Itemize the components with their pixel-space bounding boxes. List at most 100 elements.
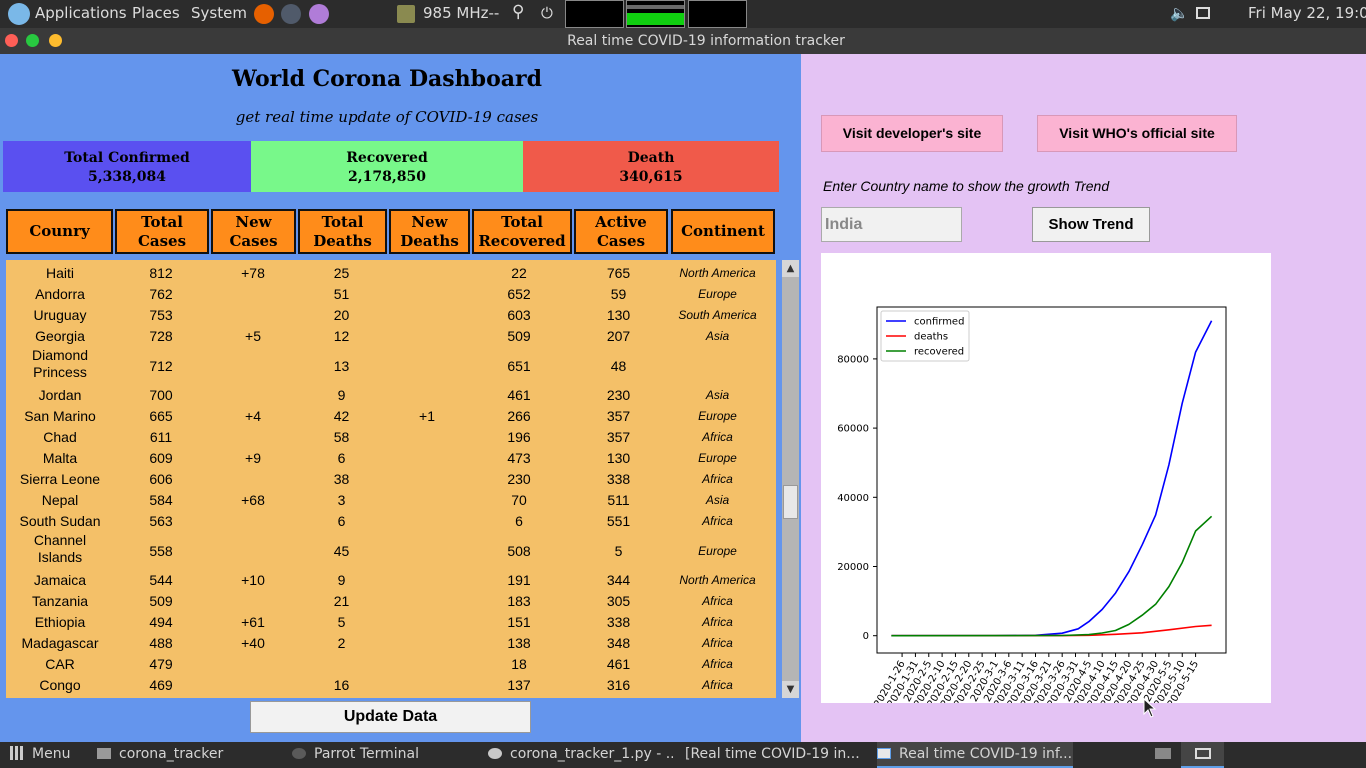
cell-total-cases: 812 <box>149 265 173 281</box>
places-menu[interactable]: Places <box>132 4 180 22</box>
search-icon[interactable]: ⚲ <box>512 2 524 22</box>
window-icon <box>877 748 891 759</box>
text-editor-icon[interactable] <box>309 4 329 24</box>
scroll-up-arrow-icon[interactable]: ▲ <box>782 260 799 277</box>
column-header-continent: Continent <box>671 209 775 254</box>
cell-country: Andorra <box>6 284 114 305</box>
cell-country: Diamond Princess <box>6 347 114 381</box>
cell-total-recovered: 651 <box>507 358 531 374</box>
network-monitor-graph <box>688 0 747 28</box>
cell-new-cases: +4 <box>245 408 261 424</box>
cell-total-recovered: 461 <box>507 387 531 403</box>
show-desktop-button[interactable] <box>1181 742 1224 768</box>
cpu-frequency: 985 MHz-- <box>423 4 500 22</box>
volume-icon[interactable]: 🔈 <box>1170 4 1189 22</box>
country-name-line: Congo <box>39 677 81 693</box>
task-label: Real time COVID-19 inf... <box>899 746 1073 762</box>
task-label: [Real time COVID-19 in... <box>685 746 860 762</box>
column-header-line: Total <box>141 212 183 231</box>
menu-button[interactable]: Menu <box>10 742 90 768</box>
visit-who-site-button[interactable]: Visit WHO's official site <box>1037 115 1237 152</box>
display-icon[interactable] <box>1196 7 1210 19</box>
cell-country: Ethiopia <box>6 612 114 633</box>
cell-continent: Africa <box>702 615 733 629</box>
cell-total-recovered: 509 <box>507 328 531 344</box>
cell-total-cases: 762 <box>149 286 173 302</box>
workspace-switcher-icon[interactable] <box>1155 742 1177 768</box>
cell-continent: Africa <box>702 636 733 650</box>
cell-total-cases: 584 <box>149 492 173 508</box>
cell-continent: Africa <box>702 472 733 486</box>
country-name-line: Chad <box>43 429 77 445</box>
cell-total-recovered: 652 <box>507 286 531 302</box>
scroll-down-arrow-icon[interactable]: ▼ <box>782 681 799 698</box>
task-parrot-terminal[interactable]: Parrot Terminal <box>292 742 477 768</box>
menu-label: Menu <box>32 746 71 762</box>
column-header-total-cases: Total Cases <box>115 209 209 254</box>
cell-total-deaths: 25 <box>333 265 350 281</box>
cell-continent: South America <box>678 308 757 322</box>
recovered-box: Recovered 2,178,850 <box>251 141 523 192</box>
cell-active-cases: 48 <box>610 358 627 374</box>
cell-total-recovered: 191 <box>507 572 531 588</box>
task-corona-tracker-editor[interactable]: corona_tracker_1.py - ... <box>488 742 673 768</box>
update-data-button[interactable]: Update Data <box>250 701 531 733</box>
cell-total-cases: 753 <box>149 307 173 323</box>
cell-total-deaths: 45 <box>333 543 350 559</box>
terminal-icon[interactable] <box>281 4 301 24</box>
power-icon[interactable]: ⏻ <box>541 4 553 22</box>
task-covid-tracker-active[interactable]: Real time COVID-19 inf... <box>877 742 1073 768</box>
country-name-line: Tanzania <box>31 593 89 609</box>
cell-country: Jordan <box>6 385 114 406</box>
cell-total-deaths: 6 <box>337 450 346 466</box>
scrollbar-thumb[interactable] <box>783 485 798 519</box>
taskbar: Menu corona_tracker Parrot Terminal coro… <box>0 742 1366 768</box>
country-name-line: Georgia <box>35 328 85 344</box>
y-tick-label: 40000 <box>837 493 869 504</box>
table-row: Uruguay 753 20 603 130 South America <box>6 305 776 326</box>
cell-active-cases: 130 <box>606 307 631 323</box>
column-header-line: Counry <box>29 222 90 240</box>
firefox-icon[interactable] <box>254 4 274 24</box>
cell-country: Uruguay <box>6 305 114 326</box>
country-name-line: Nepal <box>41 492 79 508</box>
country-name-line: Andorra <box>35 286 85 302</box>
parrot-logo-icon[interactable] <box>8 3 30 25</box>
country-prompt-label: Enter Country name to show the growth Tr… <box>823 178 1110 194</box>
cell-total-deaths: 5 <box>337 614 346 630</box>
cell-new-cases: +9 <box>245 450 261 466</box>
country-name-line: Madagascar <box>21 635 99 651</box>
cell-new-cases: +68 <box>241 492 265 508</box>
clock[interactable]: Fri May 22, 19:04 <box>1248 4 1366 22</box>
show-trend-button[interactable]: Show Trend <box>1032 207 1150 242</box>
column-header-line: New <box>235 212 272 231</box>
applications-menu[interactable]: Applications <box>35 4 127 22</box>
column-header-line: Cases <box>137 231 187 250</box>
chart-svg: 0200004000060000800002020-1-262020-1-312… <box>837 306 1227 703</box>
cell-new-deaths: +1 <box>419 408 435 424</box>
country-input[interactable] <box>821 207 962 242</box>
column-header-new-deaths: New Deaths <box>389 209 470 254</box>
total-confirmed-value: 5,338,084 <box>88 169 166 185</box>
table-scrollbar[interactable]: ▲ ▼ <box>782 260 799 698</box>
table-row: Madagascar 488 +40 2 138 348 Africa <box>6 633 776 654</box>
cell-active-cases: 338 <box>606 614 631 630</box>
system-menu[interactable]: System <box>191 4 247 22</box>
cell-country: Chad <box>6 427 114 448</box>
cases-table[interactable]: Haiti 812 +78 25 22 765 North America Andorra 76… <box>6 260 776 698</box>
column-header-line: Total <box>321 212 364 231</box>
death-box: Death 340,615 <box>523 141 779 192</box>
cell-continent: Asia <box>705 329 730 343</box>
table-row: CAR 479 18 461 Africa <box>6 654 776 675</box>
series-line-confirmed <box>891 320 1213 637</box>
cell-total-deaths: 3 <box>337 492 346 508</box>
cell-country: Sierra Leone <box>6 469 114 490</box>
column-header-line: Continent <box>681 222 765 240</box>
task-covid-tracker-1[interactable]: [Real time COVID-19 in... <box>685 742 875 768</box>
country-name-line: Princess <box>33 364 87 380</box>
cell-continent: Africa <box>702 514 733 528</box>
cell-total-cases: 609 <box>149 450 173 466</box>
task-corona-tracker[interactable]: corona_tracker <box>97 742 282 768</box>
cell-active-cases: 551 <box>606 513 631 529</box>
visit-developer-site-button[interactable]: Visit developer's site <box>821 115 1003 152</box>
